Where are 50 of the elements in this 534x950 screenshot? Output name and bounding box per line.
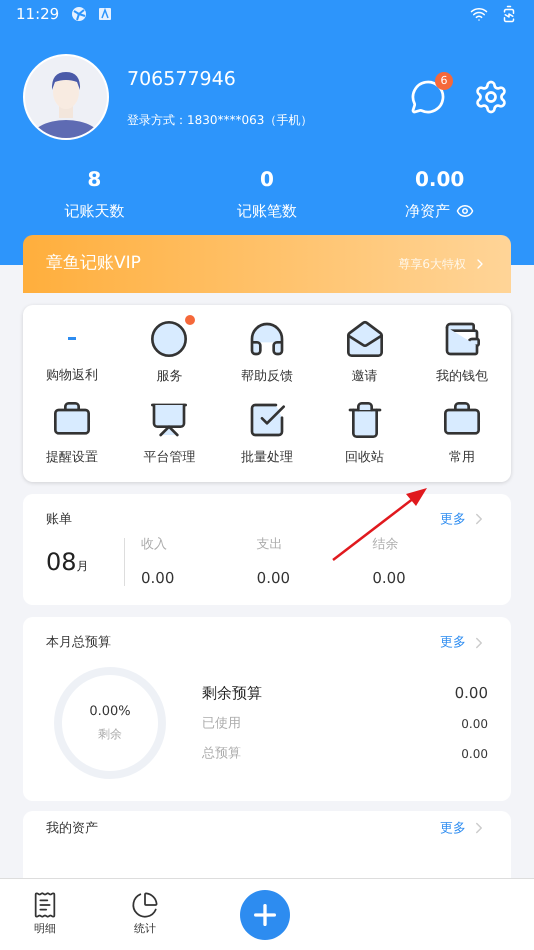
shortcut-item[interactable]: 回收站 (316, 400, 414, 468)
bill-label: 结余 (372, 536, 400, 554)
stat-label: 记账笔数 (236, 201, 297, 222)
message-badge: 6 (435, 72, 453, 90)
stat-value: 0.00 (414, 166, 464, 193)
card-title: 本月总预算 (46, 634, 111, 652)
envelope-icon (344, 318, 385, 358)
wifi-icon (470, 5, 488, 23)
globe-icon (71, 6, 88, 22)
budget-label: 剩余预算 (202, 682, 262, 704)
bill-label: 收入 (141, 536, 168, 554)
card-title: 账单 (46, 510, 72, 528)
login-method: 登录方式：1830****063（手机） (127, 112, 314, 130)
pie-chart-icon (131, 891, 159, 920)
nav-tab[interactable]: 明细 (20, 891, 70, 938)
budget-value: 0.00 (454, 682, 488, 704)
ring-label: 剩余 (98, 726, 122, 744)
budget-percent: 0.00% (89, 702, 131, 721)
stat-value: 8 (87, 166, 102, 193)
shortcut-item[interactable]: 帮助反馈 (218, 318, 316, 386)
shortcut-item[interactable]: 服务 (120, 318, 218, 386)
status-time: 11:29 (16, 4, 60, 25)
add-button[interactable] (240, 890, 290, 940)
shortcut-item[interactable]: 邀请 (316, 318, 414, 386)
vip-title: 章鱼记账VIP (46, 252, 141, 275)
shortcut-item[interactable]: 平台管理 (120, 400, 218, 468)
stat-label: 净资产 (405, 201, 450, 222)
bill-value: 0.00 (256, 568, 292, 588)
stat-label: 记账天数 (64, 201, 124, 222)
shortcut-item[interactable]: 购物返利 (23, 318, 121, 386)
budget-value: 0.00 (461, 746, 488, 762)
shortcut-item[interactable]: 提醒设置 (23, 400, 121, 468)
shortcut-item[interactable]: 我的钱包 (413, 318, 511, 386)
budget-label: 已使用 (202, 715, 241, 734)
nav-tab[interactable]: 统计 (120, 891, 170, 938)
budget-value: 0.00 (461, 716, 488, 733)
bill-month: 08 (46, 547, 77, 578)
shortcut-item[interactable]: 批量处理 (218, 400, 316, 468)
bill-label: 支出 (256, 536, 284, 554)
vip-privileges: 尊享6大特权 (398, 256, 466, 272)
bill-value: 0.00 (372, 568, 407, 588)
app-icon (99, 8, 112, 20)
month-unit: 月 (76, 558, 89, 575)
user-id: 706577946 (127, 66, 237, 92)
card-title: 我的资产 (46, 820, 98, 838)
dash-icon (68, 336, 76, 340)
bill-value: 0.00 (141, 568, 176, 588)
shortcut-item[interactable]: 常用 (413, 400, 511, 468)
stat-value: 0 (260, 166, 274, 193)
budget-label: 总预算 (202, 744, 241, 763)
